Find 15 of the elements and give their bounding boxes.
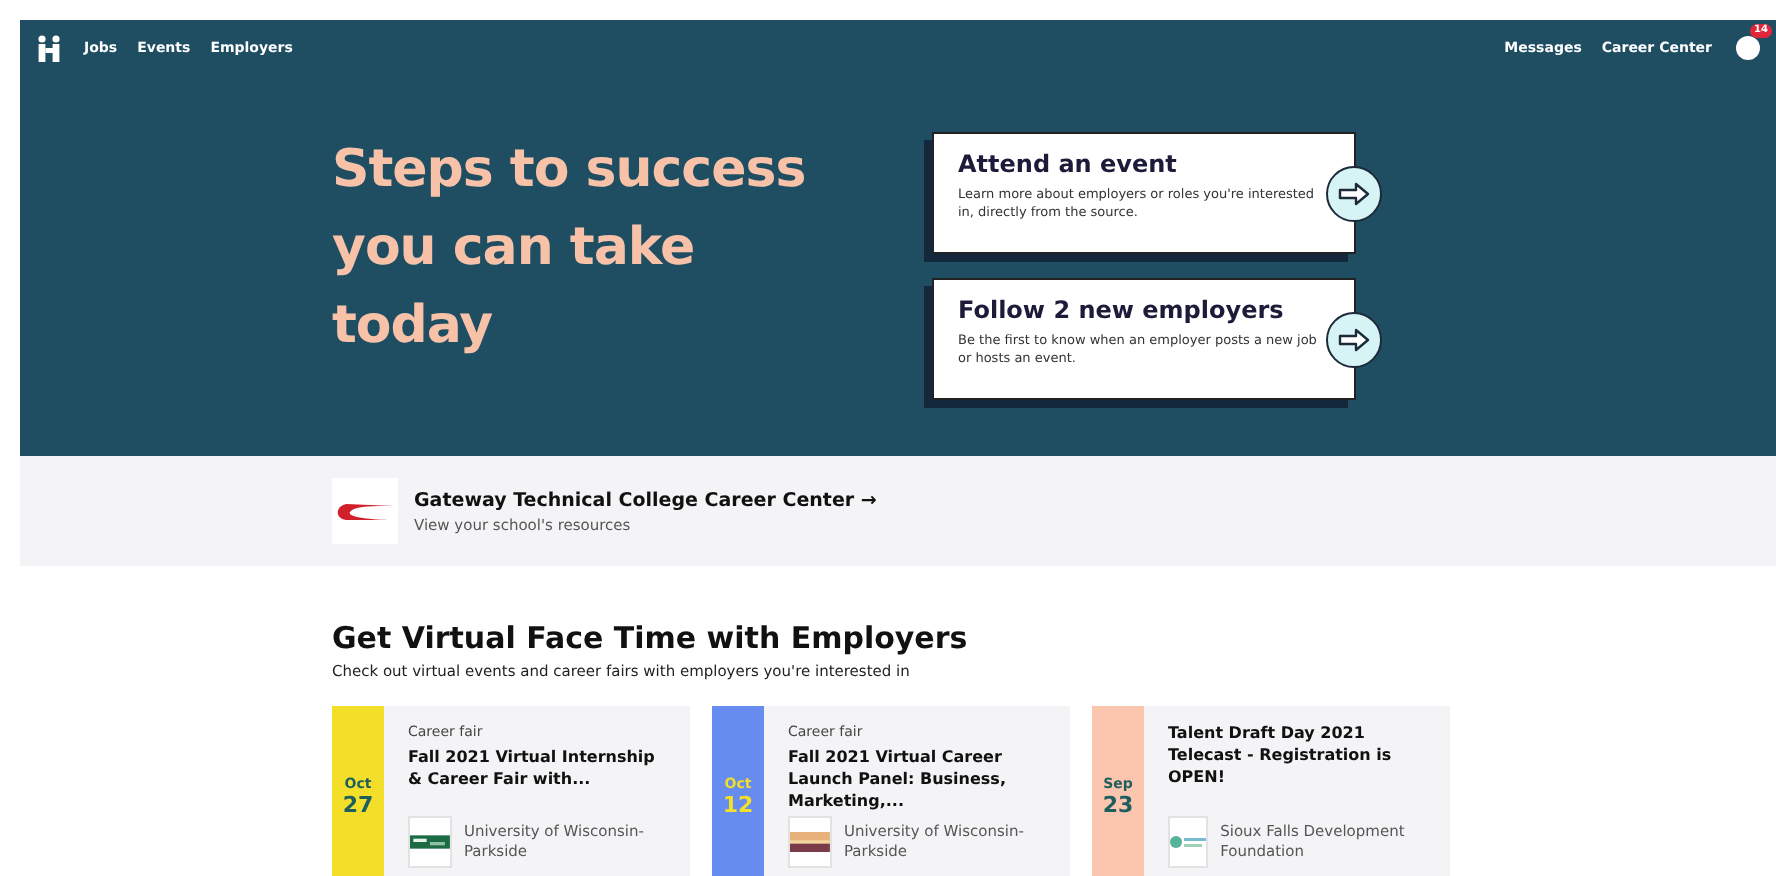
notifications-button[interactable] xyxy=(1736,36,1760,60)
arrow-right-icon xyxy=(1338,181,1370,205)
school-link[interactable]: Gateway Technical College Career Center → xyxy=(414,489,877,511)
event-day: 27 xyxy=(342,791,374,817)
event-day: 12 xyxy=(722,791,754,817)
card-title: Follow 2 new employers xyxy=(958,296,1286,324)
logo-icon[interactable] xyxy=(36,34,64,62)
event-day: 23 xyxy=(1102,791,1134,817)
section-title: Get Virtual Face Time with Employers xyxy=(332,620,970,656)
event-title[interactable]: Fall 2021 Virtual Internship & Career Fair with... xyxy=(408,748,666,792)
hero-headline: Steps to success you can take today xyxy=(332,138,808,360)
event-title[interactable]: Fall 2021 Virtual Career Launch Panel: Business, Marketing,... xyxy=(788,748,1046,808)
card-title: Attend an event xyxy=(958,150,1179,178)
event-title[interactable]: Talent Draft Day 2021 Telecast - Registration is OPEN! xyxy=(1168,724,1426,789)
arrow-right-icon xyxy=(1338,327,1370,351)
